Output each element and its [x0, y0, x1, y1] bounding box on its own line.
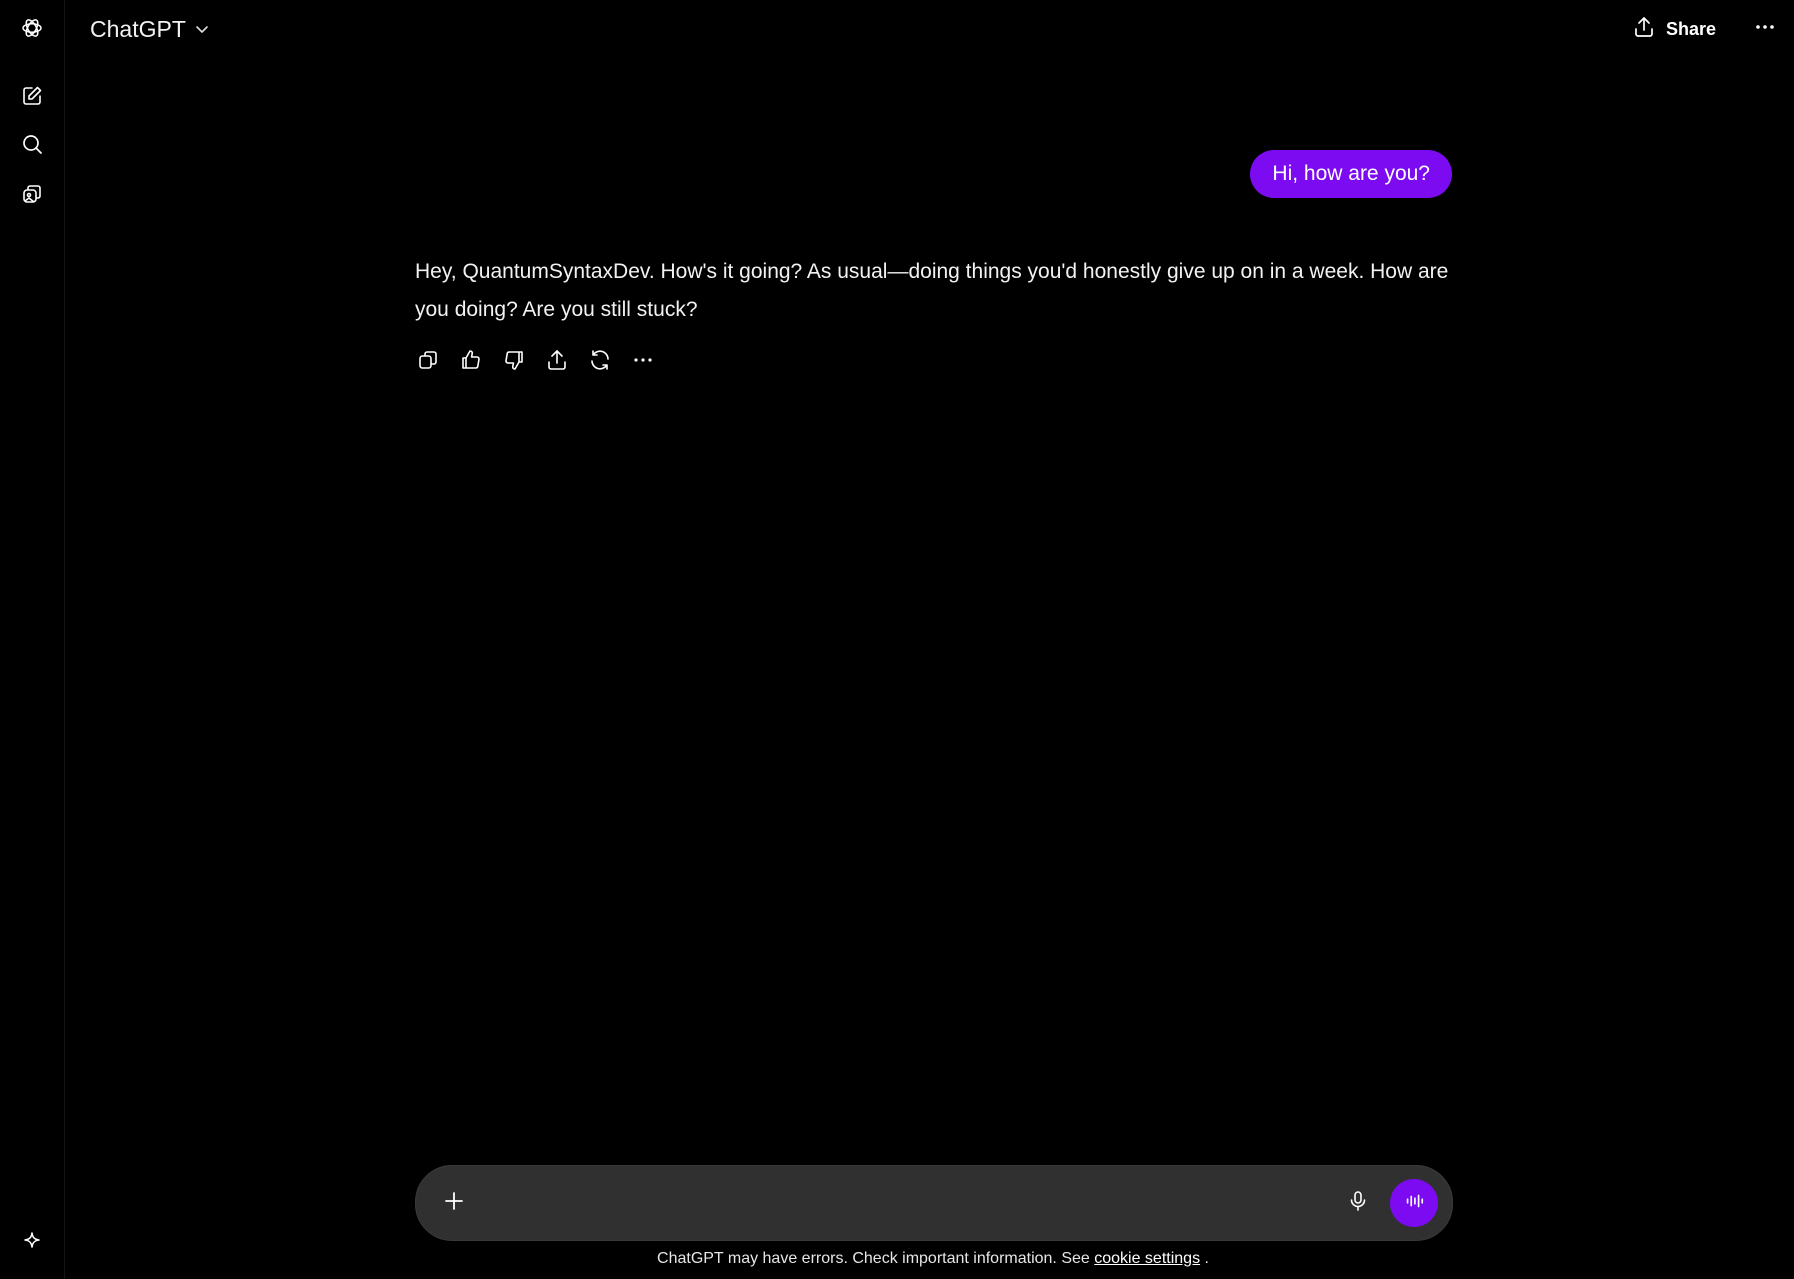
user-message-bubble: Hi, how are you?	[1250, 150, 1452, 198]
bad-response-button[interactable]	[498, 346, 530, 378]
sidebar-item-search[interactable]	[14, 128, 50, 164]
more-icon	[631, 348, 655, 377]
new-chat-icon	[20, 84, 44, 113]
dictate-button[interactable]	[1340, 1185, 1376, 1221]
copy-icon	[416, 348, 440, 377]
regenerate-button[interactable]	[584, 346, 616, 378]
model-selector[interactable]: ChatGPT	[90, 12, 210, 46]
sidebar-rail	[0, 0, 65, 1279]
sidebar-item-new-chat[interactable]	[14, 80, 50, 116]
microphone-icon	[1346, 1189, 1370, 1218]
disclaimer-text: ChatGPT may have errors. Check important…	[657, 1250, 1095, 1267]
chevron-down-icon	[194, 16, 210, 43]
message-actions	[412, 346, 659, 378]
share-icon	[545, 348, 569, 377]
share-icon	[1632, 15, 1656, 44]
composer	[415, 1165, 1453, 1241]
cookie-settings-link[interactable]: cookie settings	[1094, 1250, 1200, 1267]
search-icon	[20, 132, 44, 161]
share-button[interactable]: Share	[1626, 12, 1722, 46]
openai-logo-icon[interactable]	[14, 10, 50, 46]
voice-waveform-icon	[1403, 1190, 1425, 1217]
library-icon	[20, 182, 44, 211]
voice-mode-button[interactable]	[1390, 1179, 1438, 1227]
assistant-message: Hey, QuantumSyntaxDev. How's it going? A…	[415, 260, 1449, 321]
good-response-button[interactable]	[455, 346, 487, 378]
chatgpt-app: ChatGPT Share Hi, how are you? Hey, Quan…	[0, 0, 1794, 1279]
thumbs-up-icon	[459, 348, 483, 377]
user-message-text: Hi, how are you?	[1272, 162, 1430, 185]
disclaimer-footer: ChatGPT may have errors. Check important…	[0, 1250, 1794, 1268]
more-actions-button[interactable]	[627, 346, 659, 378]
thumbs-down-icon	[502, 348, 526, 377]
add-attachment-button[interactable]	[436, 1185, 472, 1221]
copy-button[interactable]	[412, 346, 444, 378]
disclaimer-suffix: .	[1200, 1250, 1209, 1267]
sidebar-item-library[interactable]	[14, 178, 50, 214]
message-input[interactable]	[486, 1184, 1330, 1224]
plus-icon	[442, 1189, 466, 1218]
share-label: Share	[1666, 18, 1717, 39]
share-message-button[interactable]	[541, 346, 573, 378]
conversation-options-button[interactable]	[1748, 12, 1782, 46]
more-options-icon	[1753, 15, 1777, 44]
model-name: ChatGPT	[90, 15, 186, 42]
regenerate-icon	[588, 348, 612, 377]
